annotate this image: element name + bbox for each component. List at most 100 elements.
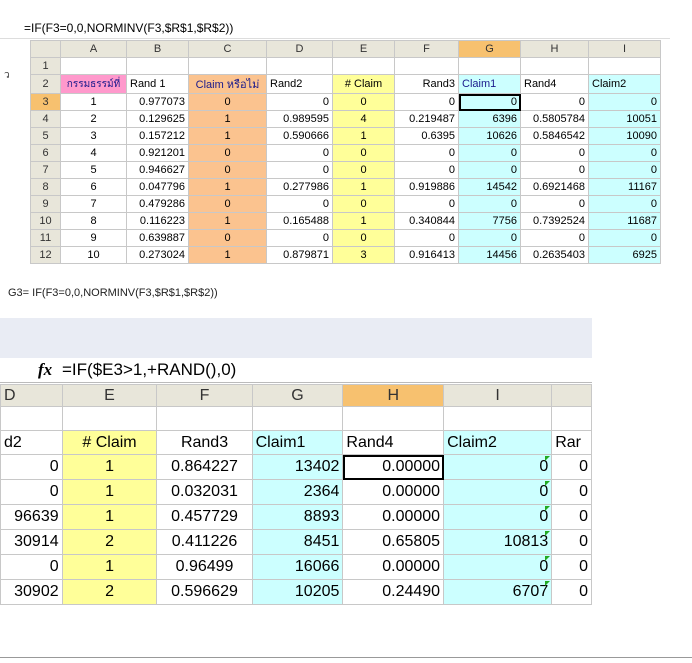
formula-bar[interactable]: =IF(F3=0,0,NORMINV(F3,$R$1,$R$2)) [0,18,670,39]
cell[interactable] [156,406,253,431]
table-cell[interactable]: 0.96499 [156,554,253,580]
table-cell[interactable]: 0.116223 [126,212,189,230]
header-rand1[interactable]: Rand 1 [126,74,189,94]
table-cell[interactable]: 0 [394,229,459,247]
table-cell[interactable]: 3 [332,246,395,264]
table-cell[interactable]: 1 [61,504,158,530]
column-header-g[interactable]: G [251,384,344,407]
table-cell[interactable]: 0.24490 [342,579,445,605]
cell[interactable] [443,406,553,431]
cell[interactable] [61,406,158,431]
table-cell[interactable]: 0 [0,554,63,580]
table-cell[interactable]: 1 [61,454,158,480]
table-cell[interactable]: 1 [332,127,395,145]
header-claim2[interactable]: Claim2 [443,430,553,455]
table-cell[interactable]: 0 [551,529,592,555]
table-cell[interactable]: 0 [443,479,553,505]
table-cell[interactable]: 14542 [458,178,521,196]
table-cell[interactable]: 0 [266,229,333,247]
row-header-12[interactable]: 12 [30,246,61,264]
table-cell[interactable]: 0 [520,229,589,247]
table-cell[interactable]: 96639 [0,504,63,530]
table-cell[interactable]: 10205 [251,579,344,605]
table-cell[interactable]: 0 [332,229,395,247]
table-cell[interactable]: 0 [588,229,661,247]
header-policy-no[interactable]: กรรมธรรม์ที่ [60,74,127,94]
table-cell[interactable]: 0.919886 [394,178,459,196]
table-cell[interactable]: 0.157212 [126,127,189,145]
table-cell[interactable]: 0.2635403 [520,246,589,264]
table-cell[interactable]: 0.277986 [266,178,333,196]
table-cell[interactable]: 0 [458,161,521,179]
table-cell[interactable]: 0 [266,195,333,213]
row-header-7[interactable]: 7 [30,161,61,179]
table-cell[interactable]: 0 [588,161,661,179]
table-cell[interactable]: 0.00000 [342,554,445,580]
header-rand4[interactable]: Rand4 [520,74,589,94]
table-cell[interactable]: 1 [61,554,158,580]
table-cell[interactable]: 0 [458,229,521,247]
table-cell[interactable]: 0 [332,161,395,179]
table-cell[interactable]: 0.639887 [126,229,189,247]
table-cell[interactable]: 6707 [443,579,553,605]
cell[interactable] [188,57,267,75]
error-indicator-icon[interactable] [545,531,551,536]
table-cell[interactable]: 0 [266,144,333,162]
table-cell[interactable]: 1 [188,212,267,230]
cell[interactable] [60,57,127,75]
table-cell[interactable]: 0 [520,93,589,111]
cell[interactable] [0,406,63,431]
table-cell[interactable]: 30902 [0,579,63,605]
table-cell[interactable]: 0 [458,144,521,162]
header-claim-or-not[interactable]: Claim หรือไม่ [188,74,267,94]
table-cell[interactable]: 3 [60,127,127,145]
error-indicator-icon[interactable] [545,506,551,511]
table-cell[interactable]: 0 [188,161,267,179]
row-header-4[interactable]: 4 [30,110,61,128]
table-cell[interactable]: 10626 [458,127,521,145]
column-header-a[interactable]: A [60,40,127,58]
column-header-f[interactable]: F [156,384,253,407]
header-rand4[interactable]: Rand4 [342,430,445,455]
table-cell[interactable]: 9 [60,229,127,247]
row-header-1[interactable]: 1 [30,57,61,75]
table-cell[interactable]: 7756 [458,212,521,230]
table-cell[interactable]: 0 [394,144,459,162]
table-cell[interactable]: 0 [0,479,63,505]
table-cell[interactable]: 1 [332,178,395,196]
cell[interactable] [551,406,592,431]
table-cell[interactable]: 1 [188,110,267,128]
table-cell[interactable]: 0.879871 [266,246,333,264]
row-header-9[interactable]: 9 [30,195,61,213]
table-cell[interactable]: 0 [551,579,592,605]
table-cell[interactable]: 1 [60,93,127,111]
table-cell[interactable]: 10090 [588,127,661,145]
cell[interactable] [332,57,395,75]
error-indicator-icon[interactable] [545,481,551,486]
table-cell[interactable]: 0 [0,454,63,480]
table-cell[interactable]: 0 [520,195,589,213]
table-cell[interactable]: 0 [266,93,333,111]
table-cell[interactable]: 0.479286 [126,195,189,213]
table-cell[interactable]: 0 [188,229,267,247]
table-cell[interactable]: 0 [332,144,395,162]
column-header-f[interactable]: F [394,40,459,58]
table-cell[interactable]: 0.032031 [156,479,253,505]
column-header-e[interactable]: E [61,384,158,407]
table-cell[interactable]: 0 [394,93,459,111]
table-cell[interactable]: 14456 [458,246,521,264]
column-header-c[interactable]: C [188,40,267,58]
column-header-i[interactable]: I [588,40,661,58]
table-cell[interactable]: 0.219487 [394,110,459,128]
table-cell[interactable]: 0 [443,454,553,480]
header-claim1[interactable]: Claim1 [251,430,344,455]
corner-cell[interactable] [30,40,61,58]
table-cell[interactable]: 1 [188,178,267,196]
header-num-claim[interactable]: # Claim [61,430,158,455]
table-cell[interactable]: 6 [60,178,127,196]
table-cell[interactable]: 16066 [251,554,344,580]
table-cell[interactable]: 6925 [588,246,661,264]
table-cell[interactable]: 0 [588,195,661,213]
table-cell[interactable]: 0 [588,93,661,111]
table-cell[interactable]: 8451 [251,529,344,555]
